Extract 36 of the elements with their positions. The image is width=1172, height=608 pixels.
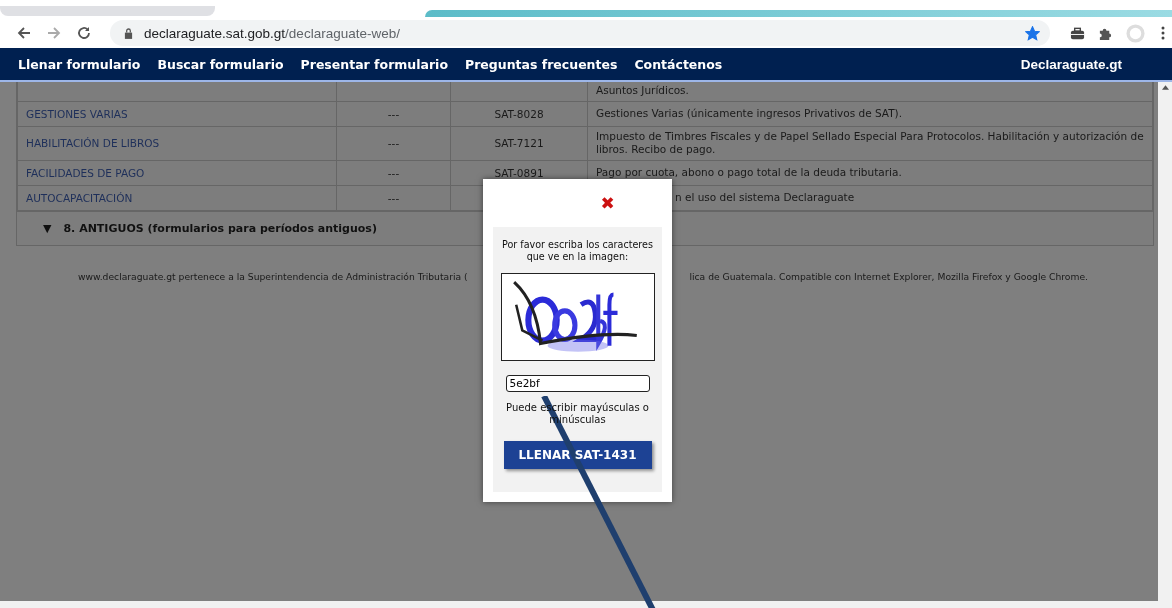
form-code: SAT-7121 <box>494 137 544 150</box>
captcha-prompt: Por favor escriba los caracteres que ve en la imagen: <box>500 239 654 263</box>
nav-link[interactable]: Contáctenos <box>634 56 723 72</box>
footer-text: lica de Guatemala. Compatible con Internet Explorer, Mozilla Firefox y Google Chrome. <box>689 270 1088 282</box>
reload-icon[interactable] <box>76 25 92 41</box>
table-cell: --- <box>387 137 400 150</box>
form-description: n el uso del sistema Declaraguate <box>675 191 855 204</box>
lock-icon <box>124 27 133 39</box>
site-brand[interactable]: Declaraguate.gt <box>1020 56 1122 72</box>
nav-link[interactable]: Presentar formulario <box>300 56 448 72</box>
menu-icon[interactable] <box>1161 26 1165 40</box>
nav-link[interactable]: Llenar formulario <box>18 56 141 72</box>
captcha-input[interactable]: 5e2bf <box>505 374 650 392</box>
address-bar[interactable]: declaraguate.sat.gob.gt/declaraguate-web/ <box>110 20 1050 46</box>
form-description: Pago por cuota, abono o pago total de la deuda tributaria. <box>596 166 902 179</box>
scroll-up-icon[interactable] <box>1161 85 1169 90</box>
form-description: Gestiones Varias (únicamente ingresos Privativos de SAT). <box>596 106 903 119</box>
url-text: declaraguate.sat.gob.gt/declaraguate-web/ <box>144 25 401 41</box>
form-code: SAT-8028 <box>494 107 544 120</box>
close-button[interactable]: ✖ <box>600 194 615 212</box>
form-code: SAT-0891 <box>494 166 544 179</box>
nav-link[interactable]: Buscar formulario <box>157 56 284 72</box>
table-cell: --- <box>387 166 400 179</box>
table-cell: --- <box>387 191 400 204</box>
scrollbar[interactable] <box>1158 82 1172 608</box>
submit-button[interactable]: LLENAR SAT-1431 <box>503 440 652 469</box>
briefcase-icon[interactable] <box>1070 25 1085 41</box>
scrollbar[interactable] <box>0 601 1158 608</box>
nav-link[interactable]: Preguntas frecuentes <box>465 56 618 72</box>
bookmark-star-icon[interactable] <box>1025 25 1040 41</box>
footer-text: www.declaraguate.gt pertenece a la Superintendencia de Administración Tributaria ( <box>78 270 468 282</box>
form-description: Asuntos Jurídicos. <box>596 84 689 96</box>
table-cell: --- <box>387 107 400 120</box>
forward-icon[interactable] <box>46 25 62 41</box>
back-icon[interactable] <box>16 25 32 41</box>
form-description: Impuesto de Timbres Fiscales y de Papel Sellado Especial Para Protocolos. Habilitación y autorización de libros. Recibo de pago. <box>596 129 1144 156</box>
